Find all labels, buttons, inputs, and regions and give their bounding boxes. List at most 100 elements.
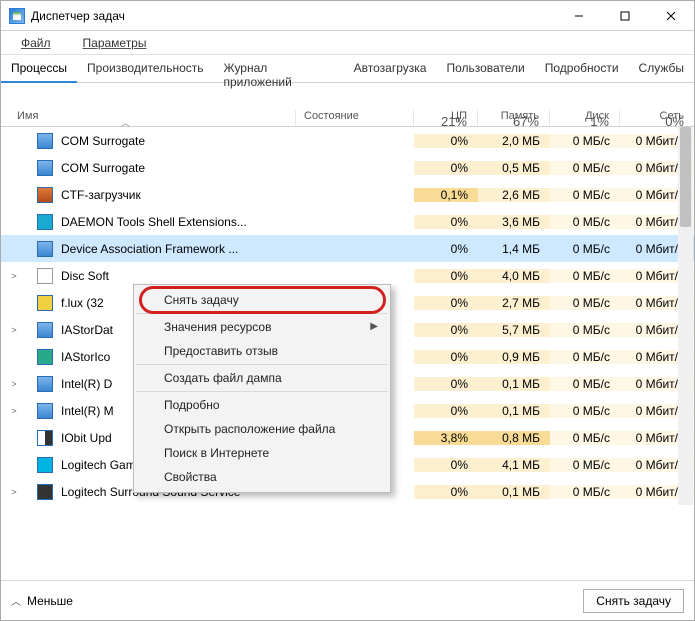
process-icon xyxy=(37,376,53,392)
tabs: Процессы Производительность Журнал прило… xyxy=(1,55,694,83)
col-name[interactable]: ︿ Имя xyxy=(1,110,296,126)
window-controls xyxy=(556,1,694,30)
process-icon xyxy=(37,133,53,149)
cell-name: DAEMON Tools Shell Extensions... xyxy=(1,214,296,230)
cell-mem: 0,8 МБ xyxy=(478,431,550,445)
table-row[interactable]: Device Association Framework ...0%1,4 МБ… xyxy=(1,235,694,262)
cell-mem: 0,1 МБ xyxy=(478,404,550,418)
ctx-open-location[interactable]: Открыть расположение файла xyxy=(136,417,388,441)
menu-file[interactable]: Файл xyxy=(5,34,67,52)
process-name: Disc Soft xyxy=(61,269,109,283)
cell-mem: 2,6 МБ xyxy=(478,188,550,202)
chevron-up-icon: ︿ xyxy=(11,593,21,608)
column-headers: ︿ Имя Состояние 21%ЦП 67%Память 1%Диск 0… xyxy=(1,83,694,127)
process-name: IObit Upd xyxy=(61,431,112,445)
cell-cpu: 0% xyxy=(414,350,478,364)
process-icon xyxy=(37,214,53,230)
ctx-feedback[interactable]: Предоставить отзыв xyxy=(136,339,388,365)
cell-cpu: 3,8% xyxy=(414,431,478,445)
expand-icon[interactable]: > xyxy=(7,271,21,281)
cell-disk: 0 МБ/с xyxy=(550,404,620,418)
cell-mem: 1,4 МБ xyxy=(478,242,550,256)
cell-cpu: 0% xyxy=(414,458,478,472)
table-row[interactable]: COM Surrogate0%2,0 МБ0 МБ/с0 Мбит/с xyxy=(1,127,694,154)
expand-icon[interactable]: > xyxy=(7,325,21,335)
cell-name: Device Association Framework ... xyxy=(1,241,296,257)
tab-services[interactable]: Службы xyxy=(629,55,694,82)
cell-disk: 0 МБ/с xyxy=(550,242,620,256)
cell-mem: 0,1 МБ xyxy=(478,485,550,499)
scrollbar-thumb[interactable] xyxy=(680,127,691,227)
table-row[interactable]: DAEMON Tools Shell Extensions... 0%3,6 МБ… xyxy=(1,208,694,235)
tab-startup[interactable]: Автозагрузка xyxy=(344,55,437,82)
tab-processes[interactable]: Процессы xyxy=(1,55,77,82)
close-button[interactable] xyxy=(648,1,694,30)
col-state[interactable]: Состояние xyxy=(296,110,414,126)
expand-icon[interactable]: > xyxy=(7,406,21,416)
process-icon xyxy=(37,241,53,257)
fewer-details[interactable]: ︿ Меньше xyxy=(11,593,583,608)
process-icon xyxy=(37,484,53,500)
table-row[interactable]: COM Surrogate0%0,5 МБ0 МБ/с0 Мбит/с xyxy=(1,154,694,181)
ctx-details[interactable]: Подробно xyxy=(136,393,388,417)
cell-cpu: 0% xyxy=(414,215,478,229)
cell-cpu: 0% xyxy=(414,485,478,499)
cell-disk: 0 МБ/с xyxy=(550,161,620,175)
process-icon xyxy=(37,403,53,419)
cell-disk: 0 МБ/с xyxy=(550,188,620,202)
cell-cpu: 0,1% xyxy=(414,188,478,202)
expand-icon[interactable]: > xyxy=(7,379,21,389)
cell-mem: 3,6 МБ xyxy=(478,215,550,229)
cell-cpu: 0% xyxy=(414,296,478,310)
process-name: Device Association Framework ... xyxy=(61,242,238,256)
footer: ︿ Меньше Снять задачу xyxy=(1,580,694,620)
col-cpu[interactable]: 21%ЦП xyxy=(414,110,478,126)
col-net[interactable]: 0%Сеть xyxy=(620,110,694,126)
cell-mem: 0,9 МБ xyxy=(478,350,550,364)
cell-mem: 4,0 МБ xyxy=(478,269,550,283)
cell-disk: 0 МБ/с xyxy=(550,485,620,499)
cell-mem: 4,1 МБ xyxy=(478,458,550,472)
process-icon xyxy=(37,295,53,311)
cell-cpu: 0% xyxy=(414,377,478,391)
tab-app-history[interactable]: Журнал приложений xyxy=(214,55,344,82)
cell-disk: 0 МБ/с xyxy=(550,296,620,310)
cell-cpu: 0% xyxy=(414,134,478,148)
process-name: COM Surrogate xyxy=(61,161,145,175)
process-name: Intel(R) M xyxy=(61,404,114,418)
cell-mem: 2,0 МБ xyxy=(478,134,550,148)
process-name: COM Surrogate xyxy=(61,134,145,148)
cell-disk: 0 МБ/с xyxy=(550,377,620,391)
ctx-resource-values[interactable]: Значения ресурсов▶ xyxy=(136,315,388,339)
maximize-button[interactable] xyxy=(602,1,648,30)
end-task-button[interactable]: Снять задачу xyxy=(583,589,684,613)
tab-details[interactable]: Подробности xyxy=(535,55,629,82)
cell-name: > Disc Soft xyxy=(1,268,296,284)
tab-performance[interactable]: Производительность xyxy=(77,55,213,82)
ctx-dump[interactable]: Создать файл дампа xyxy=(136,366,388,392)
col-disk[interactable]: 1%Диск xyxy=(550,110,620,126)
process-name: CTF-загрузчик xyxy=(61,188,141,202)
titlebar: Диспетчер задач xyxy=(1,1,694,31)
col-mem[interactable]: 67%Память xyxy=(478,110,550,126)
expand-icon[interactable]: > xyxy=(7,487,21,497)
tab-users[interactable]: Пользователи xyxy=(436,55,534,82)
cell-cpu: 0% xyxy=(414,161,478,175)
ctx-search[interactable]: Поиск в Интернете xyxy=(136,441,388,465)
scrollbar[interactable] xyxy=(678,127,693,505)
ctx-end-task[interactable]: Снять задачу xyxy=(136,288,388,314)
process-icon xyxy=(37,349,53,365)
process-name: Intel(R) D xyxy=(61,377,112,391)
table-row[interactable]: CTF-загрузчик0,1%2,6 МБ0 МБ/с0 Мбит/с xyxy=(1,181,694,208)
cell-mem: 0,5 МБ xyxy=(478,161,550,175)
minimize-button[interactable] xyxy=(556,1,602,30)
process-icon xyxy=(37,268,53,284)
ctx-properties[interactable]: Свойства xyxy=(136,465,388,489)
cell-disk: 0 МБ/с xyxy=(550,350,620,364)
menu-options[interactable]: Параметры xyxy=(67,34,163,52)
process-icon xyxy=(37,160,53,176)
process-icon xyxy=(37,430,53,446)
cell-disk: 0 МБ/с xyxy=(550,269,620,283)
window-title: Диспетчер задач xyxy=(31,9,556,23)
cell-disk: 0 МБ/с xyxy=(550,134,620,148)
